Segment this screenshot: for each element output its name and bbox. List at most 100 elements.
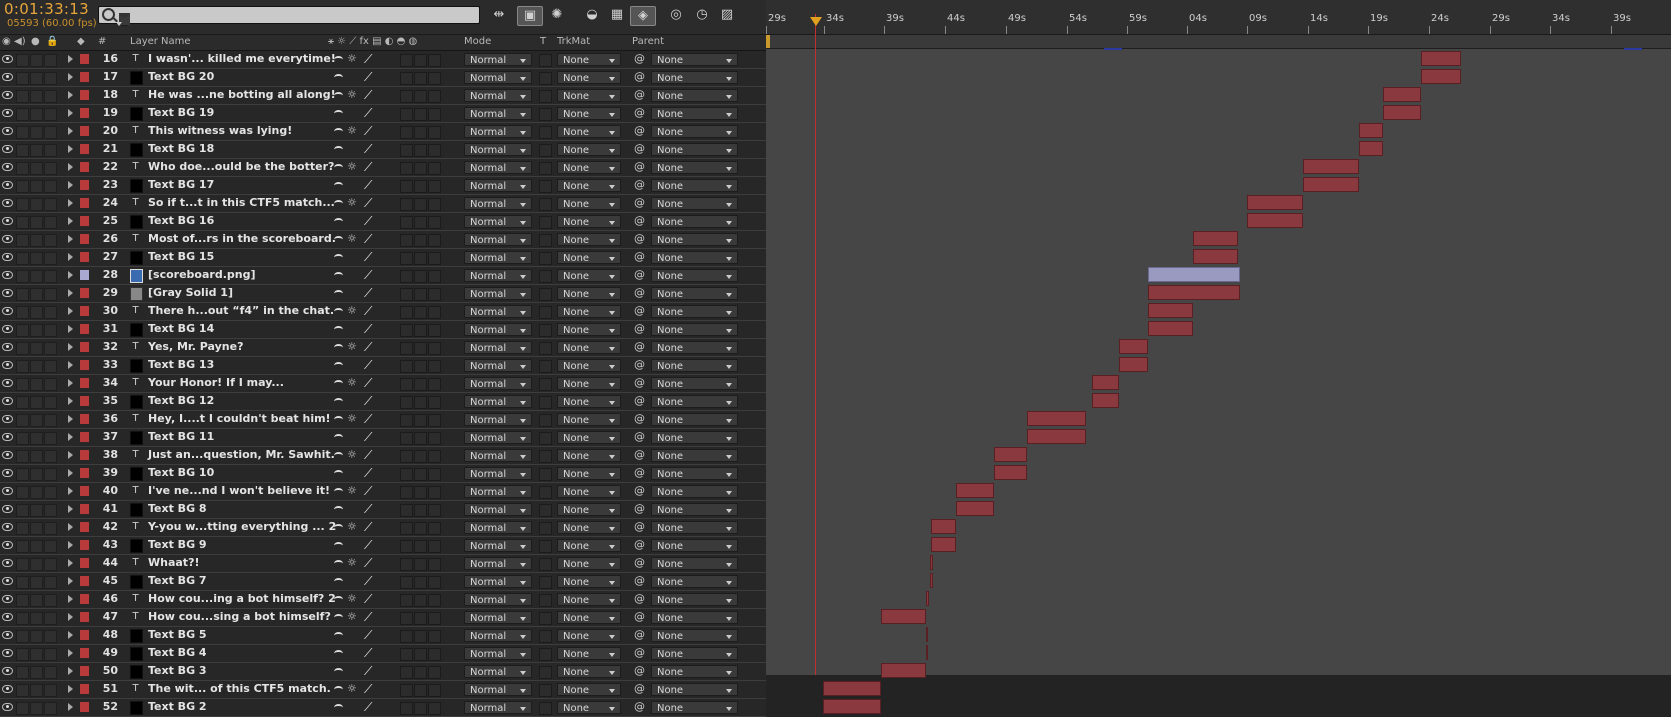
solo-switch[interactable] [30, 576, 43, 589]
shy-switch-icon[interactable] [334, 218, 343, 225]
expand-arrow-icon[interactable] [68, 541, 73, 549]
trkmat-dropdown[interactable]: None [557, 143, 621, 156]
trkmat-dropdown[interactable]: None [557, 611, 621, 624]
parent-dropdown[interactable]: None [651, 539, 738, 552]
mode-dropdown[interactable]: Normal [464, 161, 532, 174]
switch-box[interactable] [428, 522, 441, 535]
switch-box[interactable] [428, 54, 441, 67]
preserve-transparency-switch[interactable] [539, 666, 552, 679]
switch-box[interactable] [414, 216, 427, 229]
pick-whip-icon[interactable]: @ [634, 700, 645, 713]
audio-switch[interactable] [16, 108, 29, 121]
switch-box[interactable] [400, 414, 413, 427]
collapse-switch-icon[interactable]: ☼ [347, 340, 357, 353]
pick-whip-icon[interactable]: @ [634, 664, 645, 677]
parent-dropdown[interactable]: None [651, 251, 738, 264]
mode-dropdown[interactable]: Normal [464, 197, 532, 210]
expand-arrow-icon[interactable] [68, 271, 73, 279]
preserve-transparency-switch[interactable] [539, 684, 552, 697]
preserve-transparency-switch[interactable] [539, 594, 552, 607]
switch-box[interactable] [428, 612, 441, 625]
preserve-transparency-switch[interactable] [539, 270, 552, 283]
layer-name[interactable]: Text BG 12 [148, 394, 214, 407]
lock-switch[interactable] [44, 576, 57, 589]
parent-dropdown[interactable]: None [651, 161, 738, 174]
layer-name[interactable]: Whaat?! [148, 556, 199, 569]
quality-switch-icon[interactable]: ⟋ [364, 700, 372, 715]
layer-duration-bar[interactable] [1119, 357, 1148, 372]
column-parent[interactable]: Parent [632, 36, 664, 47]
switch-box[interactable] [400, 342, 413, 355]
lock-switch[interactable] [44, 540, 57, 553]
parent-dropdown[interactable]: None [651, 395, 738, 408]
audio-switch[interactable] [16, 360, 29, 373]
shy-switch-icon[interactable] [334, 668, 343, 675]
layer-label-color[interactable] [80, 684, 89, 694]
collapse-switch-icon[interactable]: ☼ [347, 682, 357, 695]
switch-box[interactable] [428, 486, 441, 499]
lock-icon[interactable]: 🔒 [46, 36, 58, 47]
switch-box[interactable] [428, 216, 441, 229]
lock-switch[interactable] [44, 216, 57, 229]
lock-switch[interactable] [44, 612, 57, 625]
layer-name[interactable]: Text BG 13 [148, 358, 214, 371]
layer-label-color[interactable] [80, 162, 89, 172]
visibility-eye-icon[interactable] [2, 307, 13, 315]
column-layer-name[interactable]: Layer Name [130, 36, 191, 47]
column-num[interactable]: # [98, 36, 106, 47]
solo-switch[interactable] [30, 414, 43, 427]
parent-dropdown[interactable]: None [651, 575, 738, 588]
mode-dropdown[interactable]: Normal [464, 269, 532, 282]
pick-whip-icon[interactable]: @ [634, 304, 645, 317]
visibility-eye-icon[interactable] [2, 631, 13, 639]
layer-name[interactable]: Text BG 7 [148, 574, 207, 587]
switch-box[interactable] [400, 378, 413, 391]
quality-switch-icon[interactable]: ⟋ [364, 664, 372, 679]
trkmat-dropdown[interactable]: None [557, 89, 621, 102]
layer-row[interactable]: 50 Text BG 3 ⟋ Normal None @ None [0, 663, 766, 681]
visibility-eye-icon[interactable] [2, 577, 13, 585]
layer-name[interactable]: Yes, Mr. Payne? [148, 340, 243, 353]
shy-switch-icon[interactable] [334, 182, 343, 189]
trkmat-dropdown[interactable]: None [557, 125, 621, 138]
layer-name[interactable]: He was ...ne botting all along! [148, 88, 336, 101]
quality-switch-icon[interactable]: ⟋ [364, 430, 372, 445]
switch-box[interactable] [414, 108, 427, 121]
column-mode[interactable]: Mode [464, 36, 491, 47]
shy-switch-icon[interactable] [334, 362, 343, 369]
switch-box[interactable] [414, 612, 427, 625]
layer-row[interactable]: 30 T There h...out “f4” in the chat. ☼ ⟋ Norm… [0, 303, 766, 321]
audio-switch[interactable] [16, 306, 29, 319]
lock-switch[interactable] [44, 450, 57, 463]
expand-arrow-icon[interactable] [68, 181, 73, 189]
quality-switch-icon[interactable]: ⟋ [364, 628, 372, 643]
collapse-switch-icon[interactable]: ☼ [347, 412, 357, 425]
pick-whip-icon[interactable]: @ [634, 574, 645, 587]
expand-arrow-icon[interactable] [68, 685, 73, 693]
parent-dropdown[interactable]: None [651, 665, 738, 678]
preserve-transparency-switch[interactable] [539, 486, 552, 499]
work-area-start-handle[interactable] [766, 35, 770, 48]
layer-name[interactable]: [scoreboard.png] [148, 268, 255, 281]
switch-box[interactable] [400, 666, 413, 679]
trkmat-dropdown[interactable]: None [557, 449, 621, 462]
solo-switch[interactable] [30, 558, 43, 571]
frame-blending-icon[interactable]: ◒ [580, 6, 604, 24]
visibility-eye-icon[interactable] [2, 685, 13, 693]
lock-switch[interactable] [44, 198, 57, 211]
layer-label-color[interactable] [80, 306, 89, 316]
preserve-transparency-switch[interactable] [539, 288, 552, 301]
layer-name[interactable]: Hey, I....t I couldn't beat him! [148, 412, 331, 425]
draft-3d-icon[interactable]: ▣ [517, 6, 543, 26]
trkmat-dropdown[interactable]: None [557, 539, 621, 552]
visibility-eye-icon[interactable] [2, 235, 13, 243]
switch-box[interactable] [414, 252, 427, 265]
trkmat-dropdown[interactable]: None [557, 107, 621, 120]
layer-label-color[interactable] [80, 522, 89, 532]
lock-switch[interactable] [44, 252, 57, 265]
switch-box[interactable] [400, 360, 413, 373]
parent-dropdown[interactable]: None [651, 305, 738, 318]
visibility-eye-icon[interactable] [2, 649, 13, 657]
audio-switch[interactable] [16, 630, 29, 643]
pick-whip-icon[interactable]: @ [634, 160, 645, 173]
